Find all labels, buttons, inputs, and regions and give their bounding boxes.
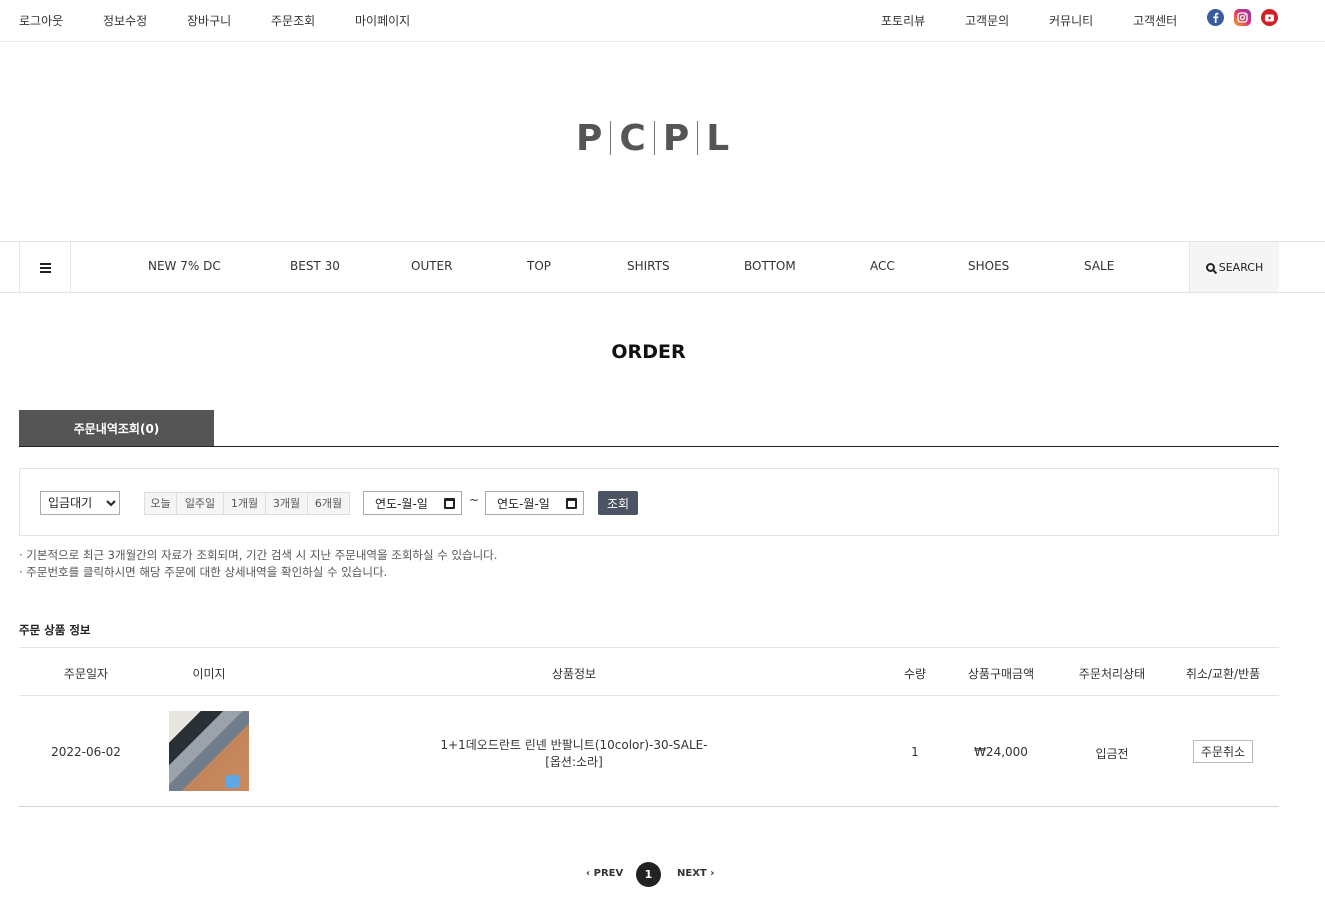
order-filter: 입금대기 오늘 일주일 1개월 3개월 6개월 연도-월-일 ~ 연도-월-일 … — [19, 468, 1279, 536]
date-to-input[interactable]: 연도-월-일 — [485, 491, 584, 515]
nav-item-best[interactable]: BEST 30 — [290, 259, 340, 273]
info-notes: · 기본적으로 최근 3개월간의 자료가 조회되며, 기간 검색 시 지난 주문… — [19, 547, 497, 581]
tab-order-history[interactable]: 주문내역조회(0) — [19, 410, 214, 447]
prev-page-button[interactable]: ‹ PREV — [586, 868, 623, 879]
nav-item-shirts[interactable]: SHIRTS — [627, 259, 670, 273]
section-title: 주문 상품 정보 — [19, 623, 91, 637]
calendar-icon[interactable] — [444, 498, 455, 509]
cart-link[interactable]: 장바구니 — [187, 12, 231, 29]
logo-letter: C — [619, 117, 646, 159]
search-button[interactable]: SEARCH — [1189, 242, 1279, 292]
search-label: SEARCH — [1218, 260, 1264, 274]
status-value: 입금전 — [1095, 747, 1129, 761]
header-quantity: 수량 — [903, 667, 927, 681]
product-option: [옵션:소라] — [545, 755, 603, 769]
logo-letter: P — [576, 117, 603, 159]
logo-letter: P — [662, 117, 690, 159]
community-link[interactable]: 커뮤니티 — [1049, 12, 1093, 29]
logo-letter: L — [706, 117, 730, 159]
date-to-text: 연도-월-일 — [497, 496, 550, 511]
order-status-select[interactable]: 입금대기 — [40, 491, 120, 515]
note-line: · 기본적으로 최근 3개월간의 자료가 조회되며, 기간 검색 시 지난 주문… — [19, 548, 498, 562]
header-cancel-exchange-return: 취소/교환/반품 — [1185, 667, 1261, 681]
lookup-button[interactable]: 조회 — [598, 491, 638, 515]
date-from-text: 연도-월-일 — [375, 496, 428, 511]
prev-label: PREV — [593, 868, 624, 879]
instagram-icon[interactable] — [1234, 9, 1251, 26]
header-price: 상품구매금액 — [967, 667, 1035, 681]
order-date[interactable]: 2022-06-02 — [51, 745, 121, 759]
nav-item-sale[interactable]: SALE — [1084, 259, 1114, 273]
header-image: 이미지 — [192, 667, 226, 681]
period-buttons: 오늘 일주일 1개월 3개월 6개월 — [144, 492, 350, 515]
next-label: NEXT — [677, 868, 707, 879]
youtube-icon[interactable] — [1261, 9, 1278, 26]
next-page-button[interactable]: NEXT › — [677, 868, 714, 879]
header-product-info: 상품정보 — [551, 667, 597, 681]
date-range-separator: ~ — [469, 493, 480, 507]
nav-item-shoes[interactable]: SHOES — [968, 259, 1009, 273]
table-row: 2022-06-02 1+1데오드란트 린넨 반팔니트(10color)-30-… — [19, 696, 1279, 807]
search-icon — [1205, 262, 1215, 272]
logo-divider — [610, 121, 612, 155]
table-header: 주문일자 이미지 상품정보 수량 상품구매금액 주문처리상태 취소/교환/반품 — [19, 647, 1279, 696]
page-title: ORDER — [611, 341, 686, 363]
menu-button[interactable] — [19, 242, 71, 292]
top-bar: 로그아웃 정보수정 장바구니 주문조회 마이페이지 포토리뷰 고객문의 커뮤니티… — [0, 0, 1325, 42]
image-badge-icon — [226, 775, 239, 788]
edit-profile-link[interactable]: 정보수정 — [103, 12, 147, 29]
period-3month-button[interactable]: 3개월 — [266, 492, 308, 515]
order-lookup-link[interactable]: 주문조회 — [271, 12, 315, 29]
date-from-input[interactable]: 연도-월-일 — [363, 491, 462, 515]
logo-divider — [697, 121, 699, 155]
cancel-order-button[interactable]: 주문취소 — [1193, 740, 1253, 763]
note-line: · 주문번호를 클릭하시면 해당 주문에 대한 상세내역을 확인하실 수 있습니… — [19, 565, 388, 579]
mypage-link[interactable]: 마이페이지 — [355, 12, 410, 29]
product-thumbnail[interactable] — [169, 711, 249, 791]
nav-item-top[interactable]: TOP — [527, 259, 551, 273]
site-logo[interactable]: P C P L — [576, 117, 730, 159]
nav-item-new[interactable]: NEW 7% DC — [148, 259, 221, 273]
nav-item-bottom[interactable]: BOTTOM — [744, 259, 796, 273]
main-nav: NEW 7% DC BEST 30 OUTER TOP SHIRTS BOTTO… — [0, 241, 1325, 293]
quantity-value: 1 — [911, 745, 919, 759]
calendar-icon[interactable] — [566, 498, 577, 509]
period-week-button[interactable]: 일주일 — [177, 492, 224, 515]
customer-inquiry-link[interactable]: 고객문의 — [965, 12, 1009, 29]
period-today-button[interactable]: 오늘 — [144, 492, 177, 515]
page-number-current[interactable]: 1 — [636, 862, 661, 887]
price-value: ₩24,000 — [974, 745, 1028, 759]
logout-link[interactable]: 로그아웃 — [19, 12, 63, 29]
tab-divider — [19, 446, 1279, 447]
header-status: 주문처리상태 — [1078, 667, 1146, 681]
hamburger-icon — [39, 262, 51, 273]
photo-review-link[interactable]: 포토리뷰 — [881, 12, 925, 29]
customer-center-link[interactable]: 고객센터 — [1133, 12, 1177, 29]
nav-item-acc[interactable]: ACC — [870, 259, 895, 273]
logo-divider — [653, 121, 655, 155]
header-order-date: 주문일자 — [63, 667, 109, 681]
facebook-icon[interactable] — [1207, 9, 1224, 26]
period-1month-button[interactable]: 1개월 — [224, 492, 266, 515]
nav-item-outer[interactable]: OUTER — [411, 259, 452, 273]
product-name[interactable]: 1+1데오드란트 린넨 반팔니트(10color)-30-SALE- — [440, 736, 707, 753]
period-6month-button[interactable]: 6개월 — [308, 492, 350, 515]
